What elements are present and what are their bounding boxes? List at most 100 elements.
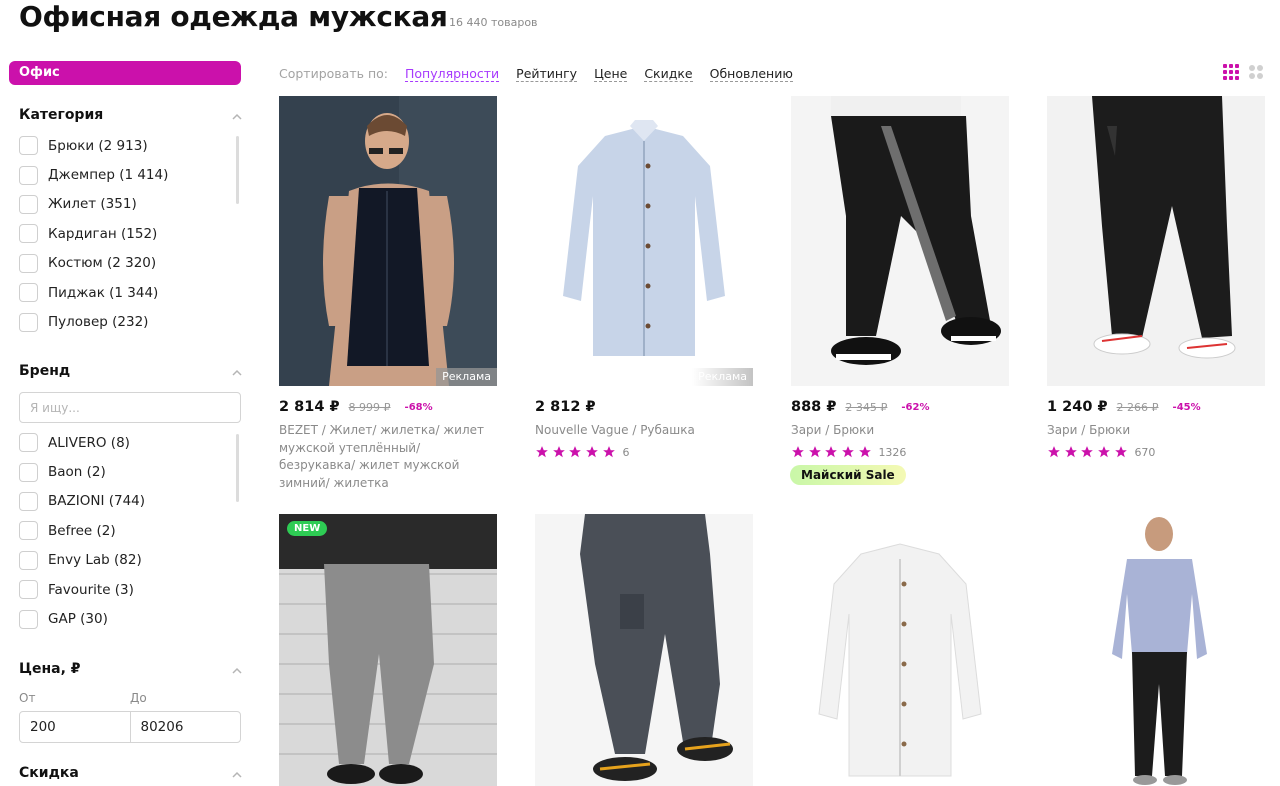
category-item-pullover[interactable]: Пуловер (232) bbox=[19, 307, 229, 336]
checkbox[interactable] bbox=[19, 194, 38, 214]
chevron-up-icon[interactable] bbox=[232, 112, 242, 122]
product-description[interactable]: Зари / Брюки bbox=[1047, 422, 1257, 440]
brand-item[interactable]: Envy Lab (82) bbox=[19, 546, 229, 575]
category-item-trousers[interactable]: Брюки (2 913) bbox=[19, 131, 229, 160]
category-item-jumper[interactable]: Джемпер (1 414) bbox=[19, 160, 229, 189]
grid-small-icon[interactable] bbox=[1247, 63, 1265, 81]
category-item-suit[interactable]: Костюм (2 320) bbox=[19, 249, 229, 278]
chevron-up-icon[interactable] bbox=[232, 368, 242, 378]
brand-item[interactable]: Baon (2) bbox=[19, 457, 229, 486]
rating-count: 670 bbox=[1134, 445, 1156, 459]
grid-large-icon[interactable] bbox=[1222, 63, 1240, 81]
product-price: 888 ₽ bbox=[791, 399, 837, 415]
price-to-label: До bbox=[130, 691, 147, 705]
price-to-input[interactable]: 80206 bbox=[129, 712, 241, 742]
brand-item[interactable]: BAZIONI (744) bbox=[19, 487, 229, 516]
category-item-cardigan[interactable]: Кардиган (152) bbox=[19, 219, 229, 248]
brand-item[interactable]: Favourite (3) bbox=[19, 575, 229, 604]
checkbox[interactable] bbox=[19, 580, 38, 600]
rating-count: 1326 bbox=[878, 445, 907, 459]
office-filter-chip[interactable]: Офис bbox=[9, 61, 241, 85]
product-image-sweater[interactable] bbox=[1047, 514, 1265, 786]
category-item-jacket[interactable]: Пиджак (1 344) bbox=[19, 278, 229, 307]
star-icon bbox=[825, 446, 838, 458]
product-rating: 1326 bbox=[791, 445, 906, 459]
product-price-row: 888 ₽ 2 345 ₽ -62% bbox=[791, 399, 930, 415]
product-image-cargo-joggers[interactable] bbox=[535, 514, 753, 786]
category-scrollbar[interactable] bbox=[236, 136, 239, 204]
product-old-price: 2 266 ₽ bbox=[1116, 400, 1159, 414]
checkbox[interactable] bbox=[19, 433, 38, 453]
new-badge: NEW bbox=[287, 521, 328, 536]
product-image-vest[interactable]: Реклама bbox=[279, 96, 497, 386]
chevron-up-icon[interactable] bbox=[232, 770, 242, 780]
brand-scrollbar[interactable] bbox=[236, 434, 239, 502]
sort-option-popularity[interactable]: Популярности bbox=[404, 66, 500, 82]
star-icon bbox=[1081, 446, 1094, 458]
star-icon bbox=[569, 446, 582, 458]
discount-title[interactable]: Скидка bbox=[19, 765, 79, 781]
ad-label: Реклама bbox=[436, 368, 497, 386]
brand-item[interactable]: GAP (30) bbox=[19, 604, 229, 633]
chevron-up-icon[interactable] bbox=[232, 666, 242, 676]
star-icon bbox=[1114, 446, 1127, 458]
checkbox[interactable] bbox=[19, 136, 38, 156]
product-count: 16 440 товаров bbox=[449, 16, 538, 29]
checkbox[interactable] bbox=[19, 550, 38, 570]
checkbox[interactable] bbox=[19, 609, 38, 629]
product-price: 1 240 ₽ bbox=[1047, 399, 1108, 415]
sort-bar: Сортировать по: Популярности Рейтингу Це… bbox=[279, 66, 810, 82]
product-description[interactable]: Зари / Брюки bbox=[791, 422, 1001, 440]
checkbox[interactable] bbox=[19, 224, 38, 244]
sort-option-discount[interactable]: Скидке bbox=[644, 66, 693, 82]
price-from-input[interactable]: 200 bbox=[20, 712, 130, 742]
product-brand: Зари bbox=[1047, 423, 1078, 437]
product-image-white-shirt[interactable] bbox=[791, 514, 1009, 786]
product-image-joggers[interactable]: NEW bbox=[279, 514, 497, 786]
product-price: 2 814 ₽ bbox=[279, 399, 340, 415]
checkbox[interactable] bbox=[19, 312, 38, 332]
checkbox[interactable] bbox=[19, 283, 38, 303]
checkbox[interactable] bbox=[19, 491, 38, 511]
brand-item[interactable]: Befree (2) bbox=[19, 516, 229, 545]
sort-option-price[interactable]: Цене bbox=[594, 66, 628, 82]
price-title[interactable]: Цена, ₽ bbox=[19, 661, 81, 677]
category-item-vest[interactable]: Жилет (351) bbox=[19, 190, 229, 219]
checkbox[interactable] bbox=[19, 462, 38, 482]
star-icon bbox=[1064, 446, 1077, 458]
product-price: 2 812 ₽ bbox=[535, 399, 596, 415]
product-description[interactable]: Nouvelle Vague / Рубашка bbox=[535, 422, 745, 440]
star-icon bbox=[602, 446, 615, 458]
category-title[interactable]: Категория bbox=[19, 107, 103, 123]
star-icon bbox=[586, 446, 598, 458]
product-old-price: 2 345 ₽ bbox=[845, 400, 888, 414]
product-price-row: 1 240 ₽ 2 266 ₽ -45% bbox=[1047, 399, 1201, 415]
product-image-shirt[interactable]: Реклама bbox=[535, 96, 753, 386]
star-icon bbox=[1048, 446, 1060, 458]
rating-count: 6 bbox=[622, 445, 630, 459]
product-price-row: 2 812 ₽ bbox=[535, 399, 605, 415]
product-description[interactable]: BEZET / Жилет/ жилетка/ жилет мужской ут… bbox=[279, 422, 489, 492]
category-list: Брюки (2 913) Джемпер (1 414) Жилет (351… bbox=[19, 131, 229, 337]
star-icon bbox=[808, 446, 821, 458]
checkbox[interactable] bbox=[19, 253, 38, 273]
product-image-trousers[interactable] bbox=[1047, 96, 1265, 386]
sort-option-rating[interactable]: Рейтингу bbox=[516, 66, 578, 82]
checkbox[interactable] bbox=[19, 521, 38, 541]
star-icon bbox=[792, 446, 804, 458]
brand-search-input[interactable] bbox=[19, 392, 241, 423]
brand-title[interactable]: Бренд bbox=[19, 363, 70, 379]
star-icon bbox=[858, 446, 871, 458]
product-name: Брюки bbox=[833, 423, 875, 437]
product-rating: 670 bbox=[1047, 445, 1155, 459]
checkbox[interactable] bbox=[19, 165, 38, 185]
brand-item[interactable]: ALIVERO (8) bbox=[19, 428, 229, 457]
star-icon bbox=[1098, 446, 1110, 458]
product-brand: Nouvelle Vague bbox=[535, 423, 629, 437]
product-discount: -62% bbox=[901, 401, 930, 413]
product-rating: 6 bbox=[535, 445, 629, 459]
sort-option-updated[interactable]: Обновлению bbox=[709, 66, 793, 82]
sort-label: Сортировать по: bbox=[279, 66, 388, 81]
product-old-price: 8 999 ₽ bbox=[348, 400, 391, 414]
product-image-trousers-stripe[interactable] bbox=[791, 96, 1009, 386]
